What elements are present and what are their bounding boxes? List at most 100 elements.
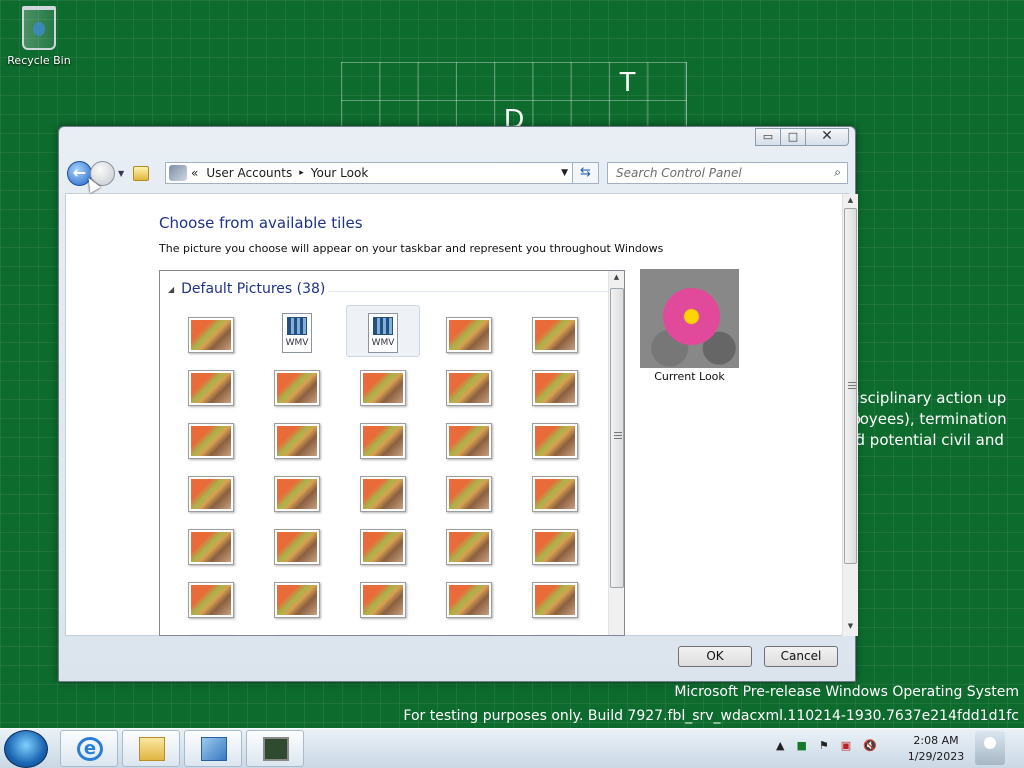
picture-tile[interactable] — [188, 370, 234, 406]
picture-tile[interactable] — [360, 370, 406, 406]
scrollbar-thumb[interactable] — [610, 288, 624, 588]
recycle-bin-icon — [22, 6, 56, 50]
clock[interactable]: 2:08 AM 1/29/2023 — [905, 733, 967, 765]
scroll-down-icon[interactable]: ▼ — [843, 622, 858, 630]
user-account-icon[interactable] — [975, 731, 1005, 765]
recent-pages-dropdown[interactable]: ▼ — [118, 169, 124, 178]
collapse-triangle-icon[interactable]: ◢ — [168, 285, 174, 294]
picture-tile[interactable] — [274, 635, 320, 636]
picture-tile[interactable] — [188, 476, 234, 512]
breadcrumb-your-look[interactable]: Your Look — [311, 166, 369, 180]
breadcrumb-overflow[interactable]: « — [191, 166, 198, 180]
picture-tile[interactable] — [446, 370, 492, 406]
wmv-tile[interactable]: WMV — [282, 313, 312, 353]
scroll-up-icon[interactable]: ▲ — [843, 196, 858, 204]
picture-tile[interactable] — [446, 582, 492, 618]
picture-tile[interactable] — [360, 423, 406, 459]
ok-button[interactable]: OK — [678, 646, 752, 667]
picture-tile[interactable] — [532, 529, 578, 565]
picture-tile[interactable] — [446, 529, 492, 565]
search-icon[interactable]: ⌕ — [834, 165, 841, 180]
picture-tile[interactable] — [532, 370, 578, 406]
scroll-up-icon[interactable]: ▲ — [609, 273, 624, 281]
picture-tile[interactable] — [274, 423, 320, 459]
picture-tile[interactable] — [274, 370, 320, 406]
picture-tile[interactable] — [188, 317, 234, 353]
taskbar-windows-explorer[interactable] — [122, 730, 180, 767]
content-scrollbar[interactable]: ▲ ▼ — [842, 194, 858, 636]
wmv-tile[interactable]: WMV — [368, 313, 398, 353]
maximize-button[interactable]: □ — [780, 128, 806, 146]
picture-thumbnail — [277, 373, 317, 403]
volume-muted-icon[interactable]: 🔇 — [863, 739, 877, 752]
picture-tile[interactable] — [274, 582, 320, 618]
picture-thumbnail — [449, 373, 489, 403]
picture-tile[interactable] — [360, 635, 406, 636]
content-pane: Choose from available tiles The picture … — [65, 193, 858, 636]
picture-thumbnail — [535, 532, 575, 562]
picture-tile[interactable] — [532, 476, 578, 512]
picture-thumbnail — [363, 426, 403, 456]
picture-thumbnail — [363, 373, 403, 403]
picture-thumbnail — [363, 479, 403, 509]
recycle-bin[interactable]: Recycle Bin — [4, 6, 74, 67]
taskbar-internet-explorer[interactable]: e — [60, 730, 118, 767]
picture-tile[interactable] — [532, 317, 578, 353]
picture-tile[interactable] — [360, 582, 406, 618]
taskbar-control-panel[interactable] — [184, 730, 242, 767]
group-header-label: Default Pictures (38) — [181, 281, 326, 297]
picture-tile[interactable] — [532, 582, 578, 618]
picture-thumbnail — [449, 320, 489, 350]
user-accounts-icon — [169, 165, 187, 181]
clock-time: 2:08 AM — [913, 734, 959, 747]
picture-tile[interactable] — [274, 529, 320, 565]
picture-tile[interactable] — [360, 529, 406, 565]
picture-tile[interactable] — [446, 635, 492, 636]
network-icon[interactable]: ▣ — [841, 739, 851, 752]
start-button[interactable] — [4, 730, 48, 768]
show-hidden-icons-icon[interactable]: ▲ — [776, 739, 784, 752]
address-bar[interactable]: « User Accounts ▸ Your Look ▼ — [165, 162, 573, 184]
picture-thumbnail — [449, 585, 489, 615]
picture-tile[interactable] — [188, 635, 234, 636]
picture-tile[interactable] — [446, 423, 492, 459]
monitor-icon — [263, 737, 289, 761]
picture-thumbnail — [535, 373, 575, 403]
picture-tile[interactable] — [188, 423, 234, 459]
breadcrumb-user-accounts[interactable]: User Accounts — [206, 166, 292, 180]
picture-thumbnail — [535, 320, 575, 350]
picture-tile[interactable] — [532, 423, 578, 459]
picture-thumbnail — [535, 426, 575, 456]
scrollbar-thumb[interactable] — [844, 208, 857, 564]
picture-tile[interactable] — [446, 476, 492, 512]
picture-thumbnail — [277, 585, 317, 615]
close-button[interactable]: ✕ — [805, 128, 849, 146]
action-center-flag-icon[interactable]: ⚑ — [819, 739, 829, 752]
picture-list-scrollbar[interactable]: ▲ — [608, 271, 624, 635]
group-header[interactable]: ◢ Default Pictures (38) — [168, 281, 608, 297]
green-square-icon[interactable]: ■ — [796, 739, 806, 752]
picture-tile[interactable] — [274, 476, 320, 512]
refresh-button[interactable]: ⇆ — [573, 162, 599, 184]
internet-explorer-icon: e — [77, 737, 103, 761]
video-file-icon — [287, 317, 307, 335]
picture-tile[interactable] — [188, 529, 234, 565]
background-text-line: nd potential civil and — [846, 431, 1004, 449]
minimize-button[interactable]: ▭ — [755, 128, 781, 146]
picture-tile[interactable] — [532, 635, 578, 636]
taskbar-system-monitor[interactable] — [246, 730, 304, 767]
control-panel-icon — [133, 166, 150, 181]
picture-tile[interactable] — [360, 476, 406, 512]
picture-tile[interactable] — [188, 582, 234, 618]
picture-thumbnail — [191, 426, 231, 456]
breadcrumb-separator-icon[interactable]: ▸ — [299, 168, 304, 178]
picture-thumbnail — [191, 320, 231, 350]
recycle-bin-label: Recycle Bin — [7, 54, 71, 67]
address-dropdown-icon[interactable]: ▼ — [561, 168, 568, 178]
search-input[interactable]: Search Control Panel ⌕ — [607, 162, 848, 184]
cancel-button[interactable]: Cancel — [764, 646, 838, 667]
page-description: The picture you choose will appear on yo… — [159, 242, 664, 255]
picture-thumbnail — [191, 532, 231, 562]
group-divider — [328, 291, 608, 292]
picture-tile[interactable] — [446, 317, 492, 353]
